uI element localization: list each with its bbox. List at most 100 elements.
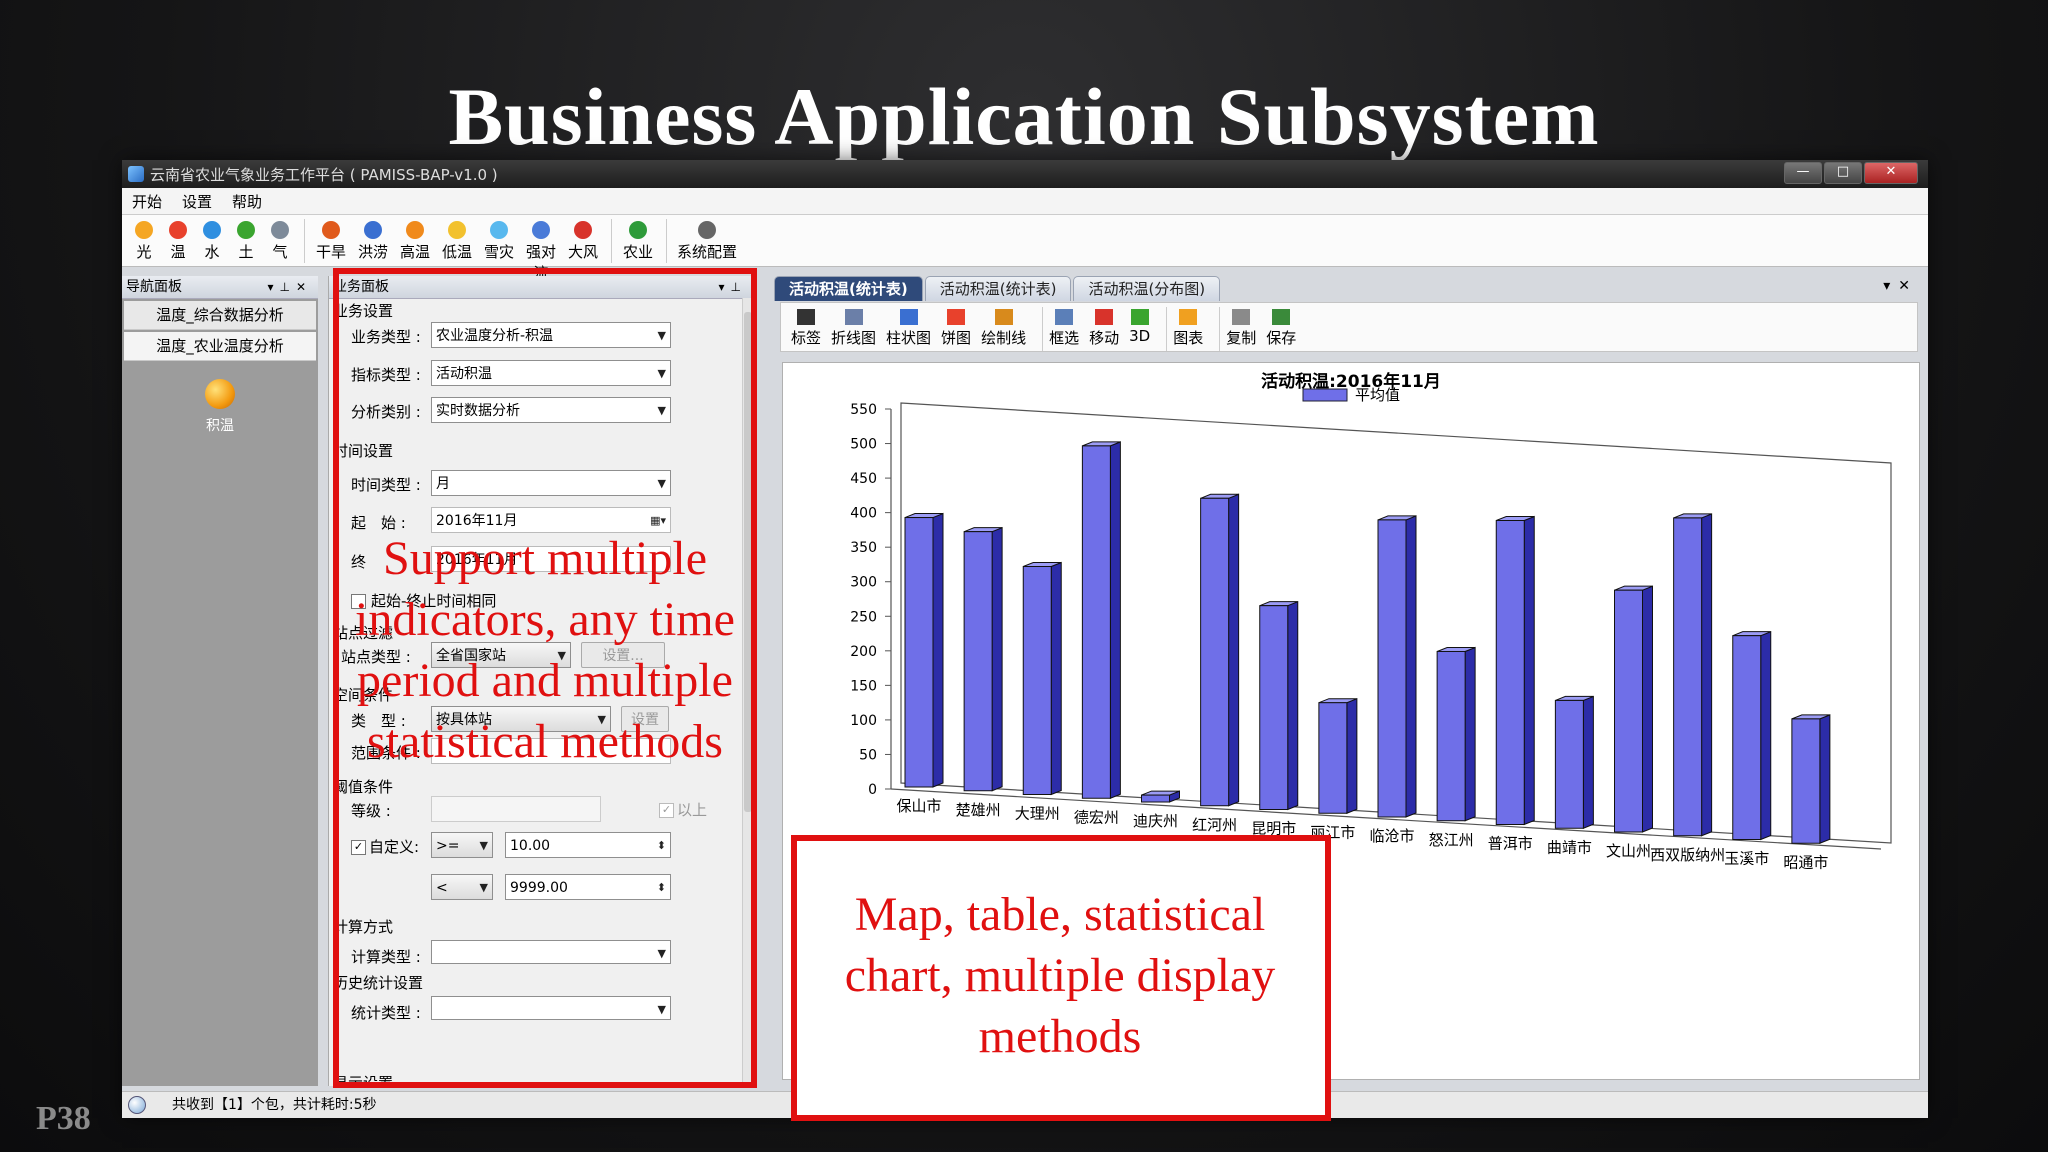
chart-tool-1[interactable]: 折线图 <box>831 303 876 351</box>
close-icon[interactable]: ✕ <box>296 280 312 294</box>
bar <box>1495 520 1525 825</box>
bar <box>1318 702 1348 814</box>
close-button[interactable]: ✕ <box>1864 162 1918 184</box>
chart-toolbar: 标签 折线图 柱状图 饼图 绘制线 框选 移动 3D 图表 复制 保存 <box>780 302 1918 352</box>
maximize-button[interactable]: □ <box>1824 162 1862 184</box>
bar-side <box>1523 515 1535 826</box>
toolbar-button-8[interactable]: 低温 <box>437 215 477 262</box>
toolbar-button-11[interactable]: 大风 <box>563 215 603 262</box>
y-tick-label: 0 <box>868 782 877 798</box>
y-tick-label: 300 <box>850 575 877 591</box>
x-tick-label: 楚雄州 <box>956 801 1001 819</box>
bar <box>1200 497 1230 807</box>
chart-tool-5[interactable]: 框选 <box>1049 303 1079 351</box>
chart-tool-label: 标签 <box>791 329 822 347</box>
y-tick-label: 100 <box>850 713 877 729</box>
toolbar-button-9[interactable]: 雪灾 <box>479 215 519 262</box>
title-bar: 云南省农业气象业务工作平台 ( PAMISS-BAP-v1.0 ) — □ ✕ <box>122 160 1928 188</box>
tab-statistics-table[interactable]: 活动积温(统计表) <box>774 276 923 301</box>
toolbar-label: 系统配置 <box>676 243 737 261</box>
dropdown-icon[interactable]: ▾ <box>1883 278 1898 294</box>
toolbar-button-4[interactable]: 气 <box>264 215 296 262</box>
chart-tool-label: 框选 <box>1049 329 1080 347</box>
toolbar-button-1[interactable]: 温 <box>162 215 194 262</box>
chart-tool-8[interactable]: 图表 <box>1173 303 1203 351</box>
toolbar-separator <box>304 219 305 263</box>
toolbar-label: 温 <box>170 243 186 261</box>
toolbar-button-7[interactable]: 高温 <box>395 215 435 262</box>
chart-tool-9[interactable]: 复制 <box>1226 303 1256 351</box>
toolbar-label: 高温 <box>399 243 430 261</box>
minimize-button[interactable]: — <box>1784 162 1822 184</box>
bar-side <box>991 526 1003 792</box>
chart-tool-10[interactable]: 保存 <box>1266 303 1296 351</box>
toolbar-icon <box>448 221 466 239</box>
chart-tool-3[interactable]: 饼图 <box>941 303 971 351</box>
chart-tool-7[interactable]: 3D <box>1129 303 1150 351</box>
chart-tool-0[interactable]: 标签 <box>791 303 821 351</box>
toolbar-label: 气 <box>272 243 288 261</box>
annotation-left-text: Support multiple indicators, any time pe… <box>355 532 735 768</box>
nav-panel-title: 导航面板 <box>126 279 182 295</box>
menu-start[interactable]: 开始 <box>122 188 172 214</box>
toolbar-label: 土 <box>238 243 254 261</box>
menu-help[interactable]: 帮助 <box>222 188 272 214</box>
bar <box>1732 635 1762 840</box>
accumulated-temp-feature[interactable]: 积温 <box>122 379 318 435</box>
chart-tool-label: 复制 <box>1226 329 1257 347</box>
toolbar-label: 水 <box>204 243 220 261</box>
bar-side <box>1109 441 1121 799</box>
chart-tool-icon <box>899 309 918 325</box>
toolbar-label: 干旱 <box>315 243 346 261</box>
toolbar-icon <box>490 221 508 239</box>
chart-tool-icon <box>844 309 863 325</box>
main-toolbar: 光温水土气干旱 洪涝 高温 低温 雪灾 强对流 大风 农业 系统配置 <box>122 215 1928 282</box>
nav-panel-header: 导航面板 ▾⊥✕ <box>122 276 318 299</box>
toolbar-icon <box>532 221 550 239</box>
slide-title: Business Application Subsystem <box>448 71 1600 162</box>
chart-tool-label: 图表 <box>1173 329 1204 347</box>
toolbar-button-5[interactable]: 干旱 <box>311 215 351 262</box>
chart-tool-icon <box>1055 309 1074 325</box>
toolbar-button-6[interactable]: 洪涝 <box>353 215 393 262</box>
thermometer-icon <box>205 379 235 409</box>
tab-statistics-table-2[interactable]: 活动积温(统计表) <box>924 276 1072 301</box>
bar <box>1377 519 1407 818</box>
y-tick-label: 550 <box>850 402 877 418</box>
toolbar-button-2[interactable]: 水 <box>196 215 228 262</box>
y-tick-label: 500 <box>850 437 877 453</box>
toolbar-icon <box>364 221 382 239</box>
network-icon <box>128 1096 146 1114</box>
toolbar-separator <box>666 219 667 263</box>
menu-bar: 开始 设置 帮助 <box>122 188 1928 215</box>
nav-item-comprehensive[interactable]: 温度_综合数据分析 <box>124 301 316 330</box>
bar <box>904 517 934 788</box>
chart-tool-4[interactable]: 绘制线 <box>981 303 1026 351</box>
result-tabs: 活动积温(统计表) 活动积温(统计表) 活动积温(分布图) <box>774 276 1222 301</box>
chart-tool-2[interactable]: 柱状图 <box>886 303 931 351</box>
x-tick-label: 普洱市 <box>1488 835 1533 853</box>
dropdown-icon[interactable]: ▾ <box>267 280 279 294</box>
chart-tool-label: 饼图 <box>941 329 972 347</box>
chart-tool-6[interactable]: 移动 <box>1089 303 1119 351</box>
toolbar-label: 低温 <box>441 243 472 261</box>
x-tick-label: 大理州 <box>1015 805 1060 823</box>
toolbar-button-0[interactable]: 光 <box>128 215 160 262</box>
close-icon[interactable]: ✕ <box>1898 278 1918 294</box>
toolbar-button-12[interactable]: 农业 <box>618 215 658 262</box>
bar-side <box>1464 646 1476 822</box>
x-tick-label: 玉溪市 <box>1724 850 1769 868</box>
toolbar-button-13[interactable]: 系统配置 <box>673 215 741 262</box>
chart-tool-icon <box>1232 309 1251 325</box>
x-tick-label: 红河州 <box>1192 816 1237 834</box>
y-tick-label: 350 <box>850 540 877 556</box>
toolbar-icon <box>322 221 340 239</box>
chart-tool-label: 折线图 <box>831 329 877 347</box>
pin-icon[interactable]: ⊥ <box>279 280 295 294</box>
annotation-right-text: Map, table, statistical chart, multiple … <box>844 888 1276 1063</box>
menu-settings[interactable]: 设置 <box>172 188 222 214</box>
nav-item-agri-temperature[interactable]: 温度_农业温度分析 <box>124 332 316 361</box>
x-tick-label: 怒江州 <box>1429 831 1474 849</box>
tab-distribution-map[interactable]: 活动积温(分布图) <box>1073 276 1221 301</box>
toolbar-button-3[interactable]: 土 <box>230 215 262 262</box>
